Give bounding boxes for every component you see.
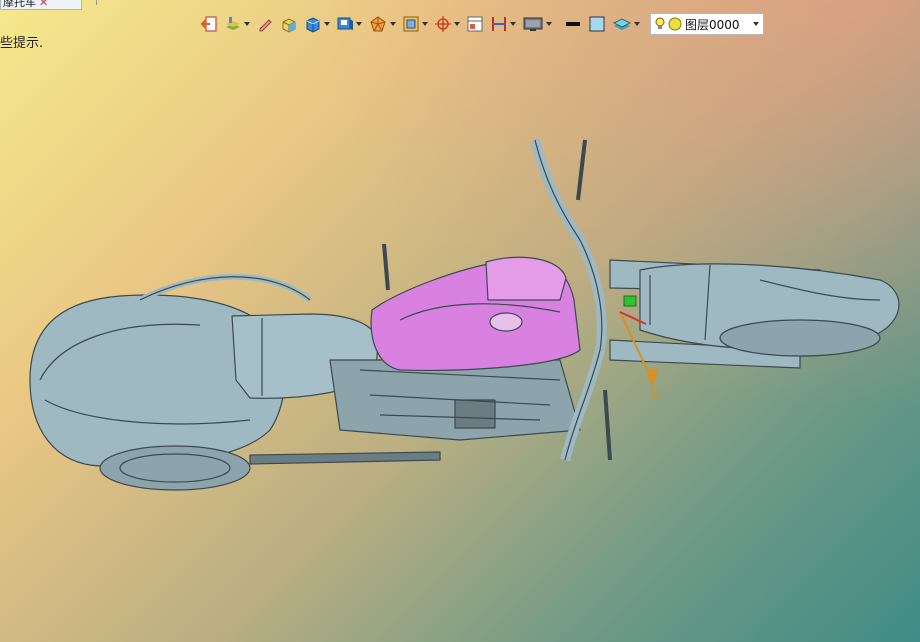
motorcycle-model[interactable]: X [0,0,920,642]
axis-arrow-icon [646,370,658,388]
rear-wheel [99,445,251,491]
drive-belt [249,451,441,465]
axis-label-x: X [650,388,660,404]
front-wheel [719,319,881,357]
